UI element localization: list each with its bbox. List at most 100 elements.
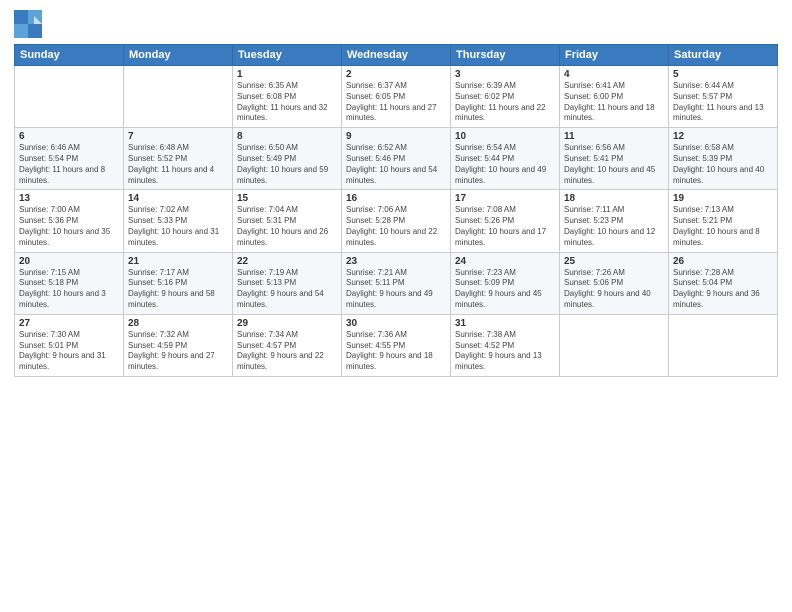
day-number: 13	[19, 193, 119, 204]
day-cell: 11Sunrise: 6:56 AM Sunset: 5:41 PM Dayli…	[560, 128, 669, 190]
day-cell: 26Sunrise: 7:28 AM Sunset: 5:04 PM Dayli…	[669, 252, 778, 314]
day-cell: 8Sunrise: 6:50 AM Sunset: 5:49 PM Daylig…	[233, 128, 342, 190]
day-info: Sunrise: 7:19 AM Sunset: 5:13 PM Dayligh…	[237, 268, 337, 311]
day-cell: 22Sunrise: 7:19 AM Sunset: 5:13 PM Dayli…	[233, 252, 342, 314]
weekday-header-row: SundayMondayTuesdayWednesdayThursdayFrid…	[15, 45, 778, 66]
day-number: 6	[19, 131, 119, 142]
day-number: 3	[455, 69, 555, 80]
day-cell: 24Sunrise: 7:23 AM Sunset: 5:09 PM Dayli…	[451, 252, 560, 314]
day-number: 30	[346, 318, 446, 329]
page: SundayMondayTuesdayWednesdayThursdayFrid…	[0, 0, 792, 612]
day-info: Sunrise: 7:36 AM Sunset: 4:55 PM Dayligh…	[346, 330, 446, 373]
day-number: 14	[128, 193, 228, 204]
day-number: 22	[237, 256, 337, 267]
day-number: 21	[128, 256, 228, 267]
day-info: Sunrise: 6:44 AM Sunset: 5:57 PM Dayligh…	[673, 81, 773, 124]
day-cell	[15, 66, 124, 128]
day-number: 28	[128, 318, 228, 329]
day-number: 26	[673, 256, 773, 267]
day-cell: 9Sunrise: 6:52 AM Sunset: 5:46 PM Daylig…	[342, 128, 451, 190]
day-number: 31	[455, 318, 555, 329]
day-cell: 6Sunrise: 6:46 AM Sunset: 5:54 PM Daylig…	[15, 128, 124, 190]
day-number: 9	[346, 131, 446, 142]
day-number: 19	[673, 193, 773, 204]
header	[14, 10, 778, 38]
day-info: Sunrise: 7:34 AM Sunset: 4:57 PM Dayligh…	[237, 330, 337, 373]
day-number: 15	[237, 193, 337, 204]
day-info: Sunrise: 6:50 AM Sunset: 5:49 PM Dayligh…	[237, 143, 337, 186]
weekday-thursday: Thursday	[451, 45, 560, 66]
calendar-table: SundayMondayTuesdayWednesdayThursdayFrid…	[14, 44, 778, 377]
day-info: Sunrise: 7:26 AM Sunset: 5:06 PM Dayligh…	[564, 268, 664, 311]
day-cell: 12Sunrise: 6:58 AM Sunset: 5:39 PM Dayli…	[669, 128, 778, 190]
day-info: Sunrise: 7:04 AM Sunset: 5:31 PM Dayligh…	[237, 205, 337, 248]
day-info: Sunrise: 7:32 AM Sunset: 4:59 PM Dayligh…	[128, 330, 228, 373]
day-cell: 27Sunrise: 7:30 AM Sunset: 5:01 PM Dayli…	[15, 314, 124, 376]
day-number: 25	[564, 256, 664, 267]
day-cell: 18Sunrise: 7:11 AM Sunset: 5:23 PM Dayli…	[560, 190, 669, 252]
day-cell: 19Sunrise: 7:13 AM Sunset: 5:21 PM Dayli…	[669, 190, 778, 252]
day-cell: 1Sunrise: 6:35 AM Sunset: 6:08 PM Daylig…	[233, 66, 342, 128]
week-row-4: 20Sunrise: 7:15 AM Sunset: 5:18 PM Dayli…	[15, 252, 778, 314]
day-info: Sunrise: 6:48 AM Sunset: 5:52 PM Dayligh…	[128, 143, 228, 186]
weekday-wednesday: Wednesday	[342, 45, 451, 66]
weekday-sunday: Sunday	[15, 45, 124, 66]
day-cell: 17Sunrise: 7:08 AM Sunset: 5:26 PM Dayli…	[451, 190, 560, 252]
day-info: Sunrise: 7:06 AM Sunset: 5:28 PM Dayligh…	[346, 205, 446, 248]
day-info: Sunrise: 6:58 AM Sunset: 5:39 PM Dayligh…	[673, 143, 773, 186]
day-info: Sunrise: 7:17 AM Sunset: 5:16 PM Dayligh…	[128, 268, 228, 311]
day-number: 10	[455, 131, 555, 142]
day-info: Sunrise: 6:52 AM Sunset: 5:46 PM Dayligh…	[346, 143, 446, 186]
day-number: 11	[564, 131, 664, 142]
day-number: 4	[564, 69, 664, 80]
weekday-saturday: Saturday	[669, 45, 778, 66]
day-number: 12	[673, 131, 773, 142]
day-cell: 4Sunrise: 6:41 AM Sunset: 6:00 PM Daylig…	[560, 66, 669, 128]
day-number: 23	[346, 256, 446, 267]
week-row-5: 27Sunrise: 7:30 AM Sunset: 5:01 PM Dayli…	[15, 314, 778, 376]
day-cell: 15Sunrise: 7:04 AM Sunset: 5:31 PM Dayli…	[233, 190, 342, 252]
day-info: Sunrise: 7:00 AM Sunset: 5:36 PM Dayligh…	[19, 205, 119, 248]
day-cell: 29Sunrise: 7:34 AM Sunset: 4:57 PM Dayli…	[233, 314, 342, 376]
day-info: Sunrise: 7:08 AM Sunset: 5:26 PM Dayligh…	[455, 205, 555, 248]
day-info: Sunrise: 6:46 AM Sunset: 5:54 PM Dayligh…	[19, 143, 119, 186]
day-cell: 13Sunrise: 7:00 AM Sunset: 5:36 PM Dayli…	[15, 190, 124, 252]
day-cell	[124, 66, 233, 128]
day-cell	[560, 314, 669, 376]
day-number: 27	[19, 318, 119, 329]
day-number: 8	[237, 131, 337, 142]
day-number: 1	[237, 69, 337, 80]
day-number: 2	[346, 69, 446, 80]
week-row-2: 6Sunrise: 6:46 AM Sunset: 5:54 PM Daylig…	[15, 128, 778, 190]
day-cell: 25Sunrise: 7:26 AM Sunset: 5:06 PM Dayli…	[560, 252, 669, 314]
weekday-friday: Friday	[560, 45, 669, 66]
day-info: Sunrise: 7:21 AM Sunset: 5:11 PM Dayligh…	[346, 268, 446, 311]
day-number: 17	[455, 193, 555, 204]
day-cell: 21Sunrise: 7:17 AM Sunset: 5:16 PM Dayli…	[124, 252, 233, 314]
day-info: Sunrise: 6:37 AM Sunset: 6:05 PM Dayligh…	[346, 81, 446, 124]
day-cell: 16Sunrise: 7:06 AM Sunset: 5:28 PM Dayli…	[342, 190, 451, 252]
day-number: 16	[346, 193, 446, 204]
day-cell: 30Sunrise: 7:36 AM Sunset: 4:55 PM Dayli…	[342, 314, 451, 376]
day-cell: 10Sunrise: 6:54 AM Sunset: 5:44 PM Dayli…	[451, 128, 560, 190]
day-number: 5	[673, 69, 773, 80]
week-row-3: 13Sunrise: 7:00 AM Sunset: 5:36 PM Dayli…	[15, 190, 778, 252]
day-number: 7	[128, 131, 228, 142]
day-cell: 23Sunrise: 7:21 AM Sunset: 5:11 PM Dayli…	[342, 252, 451, 314]
day-info: Sunrise: 7:02 AM Sunset: 5:33 PM Dayligh…	[128, 205, 228, 248]
day-cell: 31Sunrise: 7:38 AM Sunset: 4:52 PM Dayli…	[451, 314, 560, 376]
day-cell: 5Sunrise: 6:44 AM Sunset: 5:57 PM Daylig…	[669, 66, 778, 128]
weekday-tuesday: Tuesday	[233, 45, 342, 66]
day-cell: 7Sunrise: 6:48 AM Sunset: 5:52 PM Daylig…	[124, 128, 233, 190]
day-cell: 3Sunrise: 6:39 AM Sunset: 6:02 PM Daylig…	[451, 66, 560, 128]
day-info: Sunrise: 6:41 AM Sunset: 6:00 PM Dayligh…	[564, 81, 664, 124]
week-row-1: 1Sunrise: 6:35 AM Sunset: 6:08 PM Daylig…	[15, 66, 778, 128]
day-info: Sunrise: 7:15 AM Sunset: 5:18 PM Dayligh…	[19, 268, 119, 311]
day-info: Sunrise: 6:39 AM Sunset: 6:02 PM Dayligh…	[455, 81, 555, 124]
day-cell: 28Sunrise: 7:32 AM Sunset: 4:59 PM Dayli…	[124, 314, 233, 376]
day-info: Sunrise: 6:35 AM Sunset: 6:08 PM Dayligh…	[237, 81, 337, 124]
day-cell	[669, 314, 778, 376]
day-number: 20	[19, 256, 119, 267]
day-number: 18	[564, 193, 664, 204]
day-info: Sunrise: 6:54 AM Sunset: 5:44 PM Dayligh…	[455, 143, 555, 186]
